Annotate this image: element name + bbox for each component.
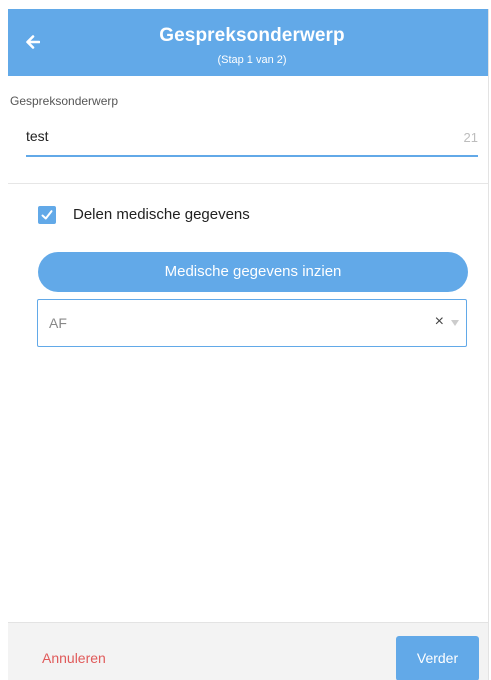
checkmark-icon	[41, 210, 53, 220]
share-medical-label[interactable]: Delen medische gegevens	[73, 206, 250, 223]
medical-select[interactable]: AF ×	[37, 299, 467, 347]
view-medical-data-button[interactable]: Medische gegevens inzien	[38, 252, 468, 292]
divider	[8, 183, 488, 184]
header-bar: Gespreksonderwerp (Stap 1 van 2)	[8, 9, 488, 76]
topic-field-label: Gespreksonderwerp	[10, 94, 119, 108]
cancel-button[interactable]: Annuleren	[42, 650, 106, 666]
app-frame: Gespreksonderwerp (Stap 1 van 2) Gesprek…	[8, 9, 489, 680]
clear-icon[interactable]: ×	[435, 313, 444, 331]
select-value: AF	[49, 315, 67, 331]
footer-bar: Annuleren Verder	[8, 622, 488, 680]
chevron-down-icon[interactable]	[451, 320, 459, 326]
char-counter: 21	[463, 130, 478, 145]
page-title: Gespreksonderwerp	[159, 25, 345, 46]
step-indicator: (Stap 1 van 2)	[217, 54, 287, 66]
next-button[interactable]: Verder	[396, 636, 479, 680]
topic-input[interactable]	[26, 117, 478, 157]
share-medical-checkbox[interactable]	[38, 206, 56, 224]
